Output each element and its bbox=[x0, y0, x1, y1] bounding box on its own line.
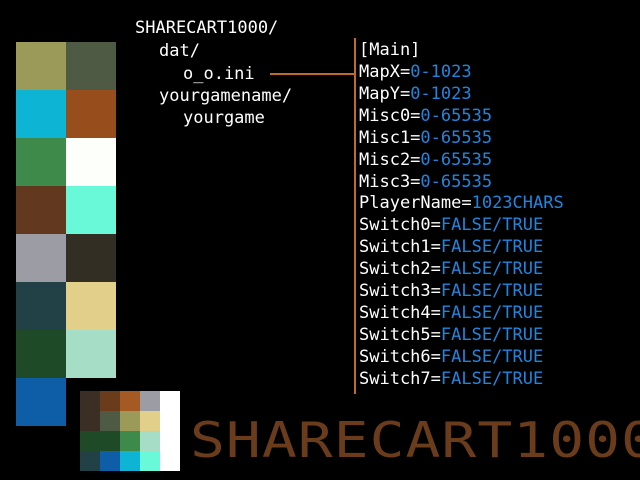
tree-game-folder: yourgamename/ bbox=[159, 86, 293, 106]
ini-key: Switch7= bbox=[359, 368, 441, 389]
ini-key: Misc2= bbox=[359, 149, 421, 170]
ini-value: 0-65535 bbox=[420, 171, 493, 192]
mini-palette-cell bbox=[100, 391, 120, 411]
palette-swatch-right bbox=[66, 42, 116, 90]
mini-palette-cell bbox=[160, 431, 180, 451]
connector-horizontal bbox=[270, 73, 356, 75]
ini-key: Switch3= bbox=[359, 281, 441, 301]
ini-value: FALSE/TRUE bbox=[440, 259, 544, 280]
ini-key: Switch4= bbox=[359, 302, 441, 323]
ini-value: FALSE/TRUE bbox=[440, 368, 544, 389]
mini-palette-cell bbox=[80, 431, 100, 451]
palette-swatch-left bbox=[16, 42, 66, 90]
ini-key: Switch5= bbox=[359, 324, 441, 345]
ini-key: Misc3= bbox=[359, 171, 421, 192]
palette-swatch-left bbox=[16, 234, 66, 282]
mini-palette-cell bbox=[120, 391, 140, 411]
ini-entry: MapX=0-1023 bbox=[359, 62, 472, 83]
palette-swatch-left bbox=[16, 186, 66, 234]
palette-swatch-right bbox=[66, 186, 116, 234]
ini-entry: Switch2=FALSE/TRUE bbox=[359, 259, 543, 280]
connector-vertical bbox=[354, 38, 356, 394]
palette-swatch-left bbox=[16, 330, 66, 378]
tree-root-folder: SHARECART1000/ bbox=[135, 18, 279, 38]
ini-entry: Switch1=FALSE/TRUE bbox=[359, 237, 543, 258]
mini-palette-cell bbox=[160, 391, 180, 411]
ini-entry: PlayerName=1023CHARS bbox=[359, 193, 564, 214]
palette-swatch-left bbox=[16, 378, 66, 426]
ini-key: Switch6= bbox=[359, 346, 441, 367]
ini-value: 0-65535 bbox=[420, 105, 493, 126]
mini-palette-cell bbox=[120, 451, 140, 471]
ini-value: FALSE/TRUE bbox=[440, 237, 544, 258]
ini-entry: Switch7=FALSE/TRUE bbox=[359, 369, 543, 390]
ini-value: 0-1023 bbox=[410, 83, 472, 104]
ini-entry: Switch5=FALSE/TRUE bbox=[359, 325, 543, 346]
ini-section-header: [Main] bbox=[359, 40, 421, 60]
ini-entry: Switch3=FALSE/TRUE bbox=[359, 281, 543, 302]
mini-palette-cell bbox=[120, 431, 140, 451]
ini-key: Switch0= bbox=[359, 215, 441, 236]
ini-key: PlayerName= bbox=[359, 193, 472, 214]
ini-value: FALSE/TRUE bbox=[440, 324, 544, 345]
mini-palette-cell bbox=[140, 411, 160, 431]
palette-swatch-left bbox=[16, 282, 66, 330]
ini-value: FALSE/TRUE bbox=[440, 302, 544, 323]
ini-value: 0-65535 bbox=[420, 127, 493, 148]
palette-swatch-right bbox=[66, 282, 116, 330]
mini-palette-cell bbox=[120, 411, 140, 431]
mini-palette-cell bbox=[80, 411, 100, 431]
mini-palette-cell bbox=[80, 391, 100, 411]
palette-swatch-left bbox=[16, 90, 66, 138]
palette-swatch-right bbox=[66, 90, 116, 138]
mini-palette-cell bbox=[160, 451, 180, 471]
mini-palette-cell bbox=[100, 451, 120, 471]
ini-entry: MapY=0-1023 bbox=[359, 84, 472, 105]
mini-palette-cell bbox=[80, 451, 100, 471]
ini-key: Misc0= bbox=[359, 105, 421, 126]
palette-swatch-right bbox=[66, 234, 116, 282]
ini-entry: Misc0=0-65535 bbox=[359, 106, 492, 127]
mini-palette-cell bbox=[100, 431, 120, 451]
sharecart-logo: SHARECART1000 bbox=[190, 411, 640, 469]
ini-value: 0-1023 bbox=[410, 62, 472, 82]
mini-palette-cell bbox=[100, 411, 120, 431]
ini-value: 0-65535 bbox=[420, 149, 493, 170]
ini-value: FALSE/TRUE bbox=[440, 281, 544, 301]
tree-dat-folder: dat/ bbox=[159, 41, 200, 61]
mini-palette-cell bbox=[140, 451, 160, 471]
palette-swatch-left bbox=[16, 138, 66, 186]
mini-palette-cell bbox=[140, 391, 160, 411]
ini-value: FALSE/TRUE bbox=[440, 215, 544, 236]
ini-key: Switch2= bbox=[359, 259, 441, 280]
palette-swatch-right bbox=[66, 138, 116, 186]
ini-entry: Switch6=FALSE/TRUE bbox=[359, 347, 543, 368]
palette-swatch-right bbox=[66, 330, 116, 378]
ini-key: Misc1= bbox=[359, 127, 421, 148]
mini-palette-cell bbox=[160, 411, 180, 431]
mini-palette-cell bbox=[140, 431, 160, 451]
ini-value: FALSE/TRUE bbox=[440, 346, 544, 367]
ini-entry: Misc2=0-65535 bbox=[359, 150, 492, 171]
ini-entry: Misc1=0-65535 bbox=[359, 128, 492, 149]
ini-key: MapY= bbox=[359, 83, 411, 104]
ini-entry: Switch4=FALSE/TRUE bbox=[359, 303, 543, 324]
tree-game-file: yourgame bbox=[183, 108, 265, 128]
ini-key: MapX= bbox=[359, 62, 411, 82]
ini-entry: Misc3=0-65535 bbox=[359, 172, 492, 193]
ini-entry: Switch0=FALSE/TRUE bbox=[359, 215, 543, 236]
ini-key: Switch1= bbox=[359, 237, 441, 258]
tree-ini-file: o_o.ini bbox=[183, 64, 255, 84]
ini-value: 1023CHARS bbox=[471, 193, 564, 214]
